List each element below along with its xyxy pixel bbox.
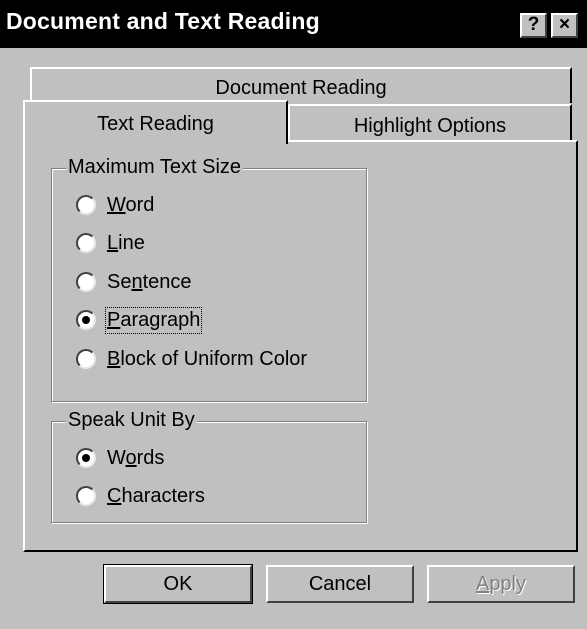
ok-button[interactable]: OK xyxy=(103,564,253,604)
close-icon: × xyxy=(558,14,571,35)
apply-button[interactable]: Apply xyxy=(427,565,575,603)
cancel-button[interactable]: Cancel xyxy=(266,565,414,603)
radio-paragraph[interactable]: Paragraph xyxy=(76,306,203,334)
radio-label: Word xyxy=(107,193,155,216)
radio-button-icon[interactable] xyxy=(76,195,96,215)
radio-label: Sentence xyxy=(107,270,192,293)
radio-block-of-uniform-color[interactable]: Block of Uniform Color xyxy=(76,345,307,373)
radio-characters[interactable]: Characters xyxy=(76,482,205,510)
window-title: Document and Text Reading xyxy=(6,8,320,34)
tab-label: Highlight Options xyxy=(353,115,507,137)
tab-document-reading[interactable]: Document Reading xyxy=(30,67,572,103)
radio-label: Words xyxy=(107,446,165,469)
tab-label: Text Reading xyxy=(97,113,214,135)
radio-label: Block of Uniform Color xyxy=(107,347,308,370)
radio-button-icon[interactable] xyxy=(76,272,96,292)
tab-text-reading[interactable]: Text Reading xyxy=(23,100,288,144)
radio-button-icon[interactable] xyxy=(76,349,96,369)
radio-button-icon[interactable] xyxy=(76,233,96,253)
tab-label: Document Reading xyxy=(215,77,387,99)
radio-line[interactable]: Line xyxy=(76,229,145,257)
title-bar: Document and Text Reading ? × xyxy=(0,0,587,48)
radio-word[interactable]: Word xyxy=(76,191,154,219)
tab-seam xyxy=(25,139,286,144)
tab-highlight-options[interactable]: Highlight Options xyxy=(288,104,572,142)
radio-button-icon[interactable] xyxy=(76,448,96,468)
help-button[interactable]: ? xyxy=(520,13,547,38)
group-legend: Maximum Text Size xyxy=(66,156,244,179)
radio-label: Paragraph xyxy=(104,306,203,334)
radio-words[interactable]: Words xyxy=(76,444,164,472)
radio-label: Line xyxy=(107,231,145,254)
radio-button-icon[interactable] xyxy=(76,310,96,330)
apply-label: Apply xyxy=(475,573,527,595)
dialog-window: Document and Text Reading ? × Document R… xyxy=(0,0,587,629)
radio-label: Characters xyxy=(107,484,205,507)
question-mark-icon: ? xyxy=(527,14,540,35)
group-legend: Speak Unit By xyxy=(66,409,197,432)
close-button[interactable]: × xyxy=(551,13,578,38)
radio-button-icon[interactable] xyxy=(76,486,96,506)
radio-sentence[interactable]: Sentence xyxy=(76,268,192,296)
